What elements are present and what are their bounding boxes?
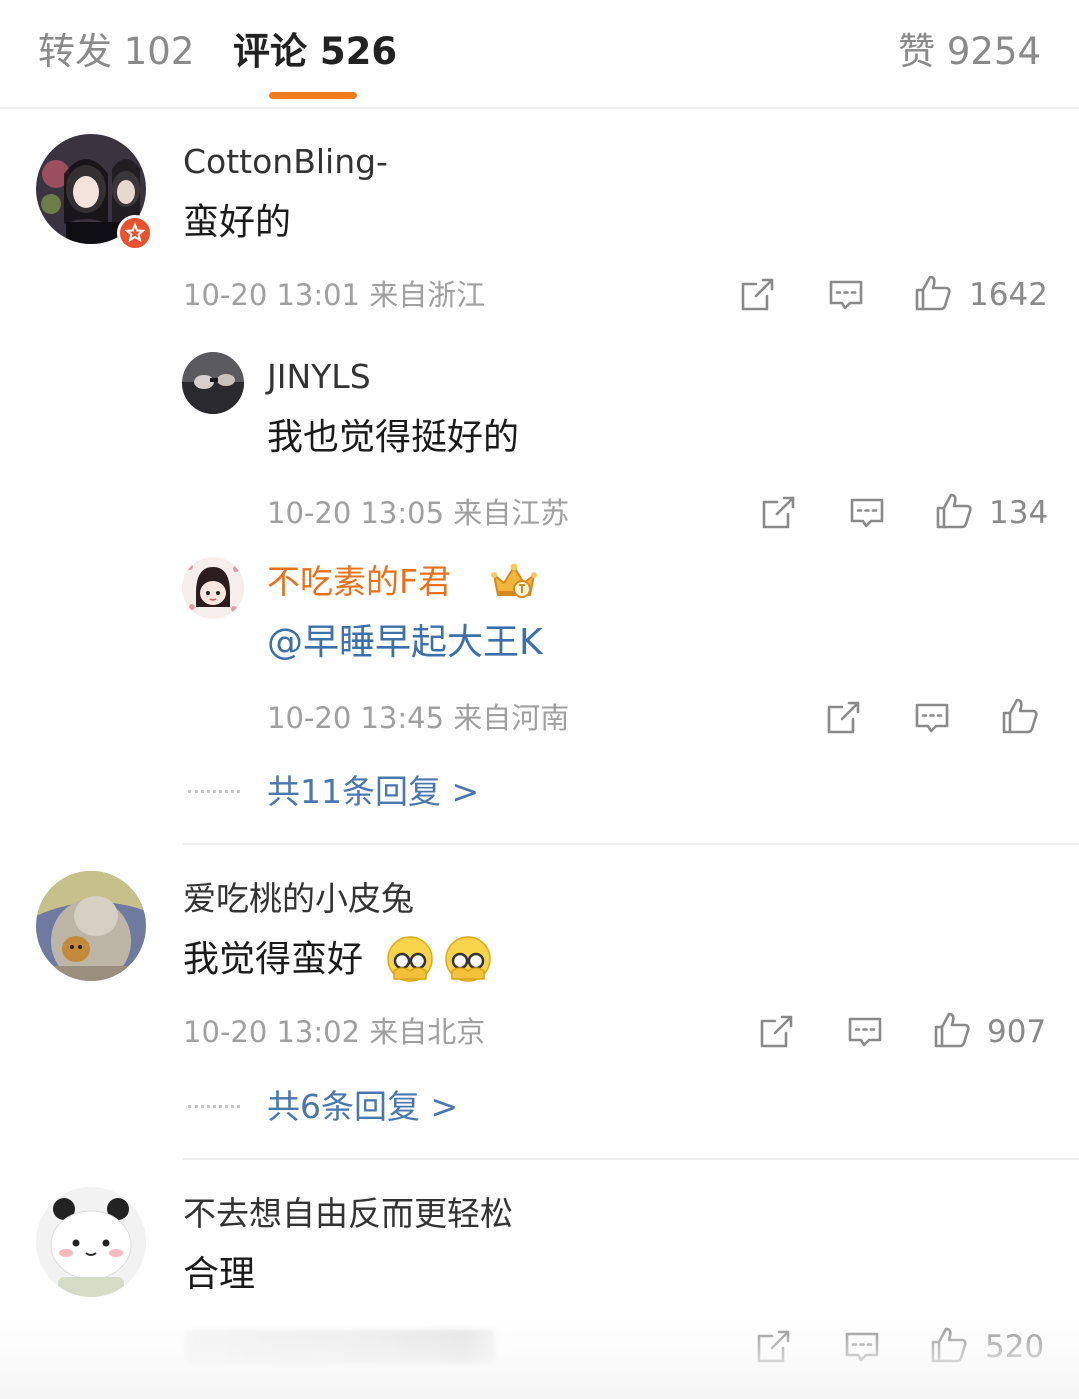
comment-text: 蛮好的 [183,202,292,243]
like-count: 907 [987,1014,1047,1050]
more-dots [188,1105,240,1108]
avatar[interactable] [36,871,146,981]
comment-icon[interactable] [826,275,866,315]
tab-repost[interactable]: 转发 102 [38,28,194,76]
more-replies-link[interactable]: 共11条回复 > [267,770,479,814]
avatar[interactable] [182,352,244,414]
comment-icon[interactable] [912,698,952,738]
comment-username[interactable]: 不去想自由反而更轻松 [183,1192,513,1236]
thumbs-up-icon[interactable] [1000,696,1040,736]
comment-username[interactable]: 爱吃桃的小皮兔 [183,877,414,921]
divider [183,1158,1079,1160]
comment-icon[interactable] [847,493,887,533]
tab-comments[interactable]: 评论 526 [233,28,397,76]
reply-meta: 10-20 13:05 来自江苏 [267,496,570,530]
active-tab-indicator [269,92,357,99]
avatar[interactable] [36,1187,146,1297]
mention-link[interactable]: @早睡早起大王K [267,619,543,667]
tab-likes[interactable]: 赞 9254 [898,28,1041,76]
share-icon[interactable] [737,275,777,315]
comment-meta: 10-20 13:02 来自北京 [183,1015,486,1049]
crown-vip-icon [490,561,538,601]
more-dots [188,790,240,793]
comment-icon[interactable] [845,1012,885,1052]
verified-badge-icon [117,215,153,251]
share-icon[interactable] [823,698,863,738]
thumbs-up-icon[interactable] [932,1010,972,1050]
more-replies-link[interactable]: 共6条回复 > [267,1085,458,1129]
reply-meta: 10-20 13:45 来自河南 [267,701,570,735]
comment-text: 合理 [183,1254,256,1295]
share-icon[interactable] [758,493,798,533]
facepalm-emoji-icon [386,935,434,983]
facepalm-emoji-icon [444,935,492,983]
reply-username[interactable]: 不吃素的F君 [267,560,451,604]
comment-tabs: 转发 102 评论 526 赞 9254 [0,0,1079,109]
avatar[interactable] [182,557,244,619]
thumbs-up-icon[interactable] [913,273,953,313]
like-count: 1642 [969,277,1048,313]
divider [183,843,1079,845]
reply-text: 我也觉得挺好的 [267,417,520,458]
like-count: 134 [989,495,1049,531]
reply-username[interactable]: JINYLS [267,355,371,399]
comment-meta: 10-20 13:01 来自浙江 [183,278,486,312]
comment-text: 我觉得蛮好 [183,939,364,980]
bottom-fade [0,1314,1079,1399]
thumbs-up-icon[interactable] [934,491,974,531]
share-icon[interactable] [756,1012,796,1052]
comment-username[interactable]: CottonBling- [183,140,388,184]
